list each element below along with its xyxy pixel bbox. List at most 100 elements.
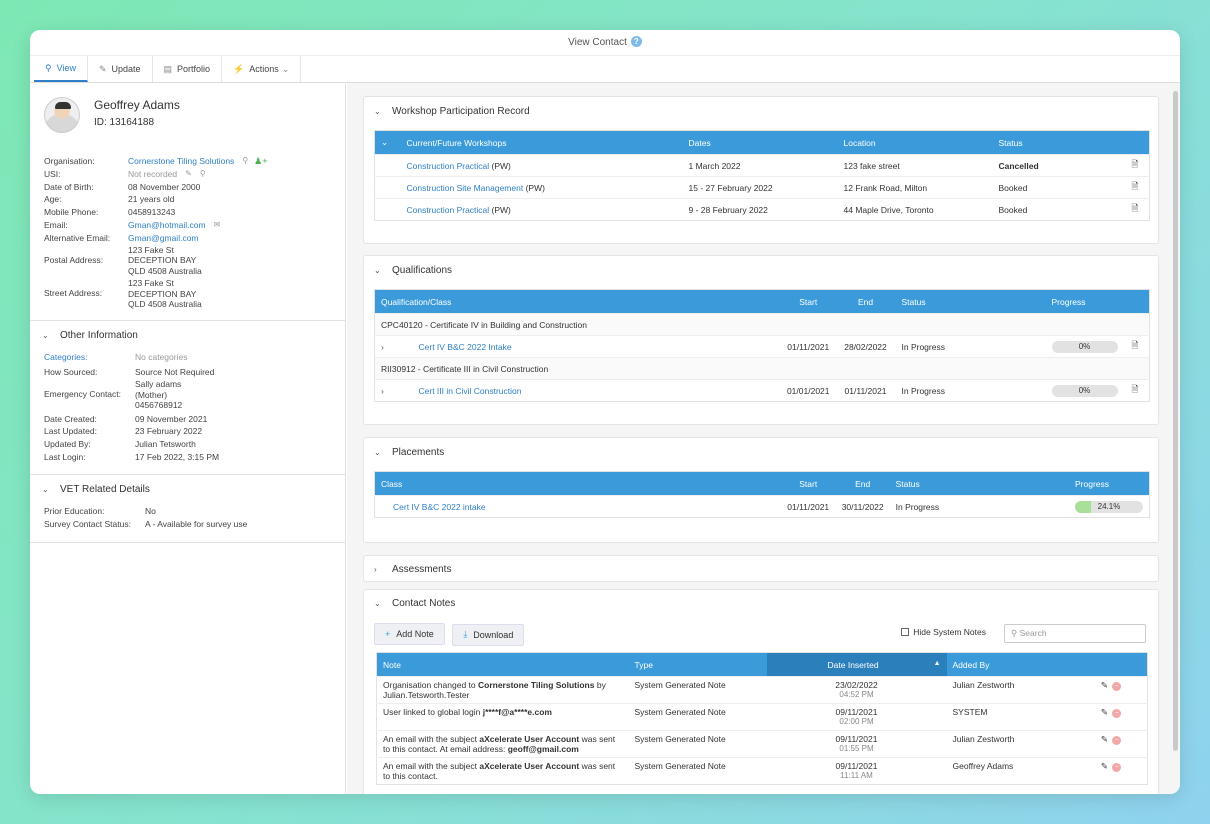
other-information-toggle[interactable]: ⌄ Other Information [30, 321, 345, 351]
document-icon[interactable]: 🗎 [1125, 335, 1150, 358]
note-highlight: geoff@gmail.com [507, 744, 579, 754]
email-link[interactable]: Gman@hotmail.com [128, 219, 206, 232]
end-date: 30/11/2022 [835, 495, 890, 518]
column-header-sorted[interactable]: Date Inserted ▲ [766, 652, 947, 677]
document-icon[interactable]: 🗎 [1125, 379, 1150, 402]
tab-view[interactable]: ⚲ View [34, 56, 88, 82]
placements-table: Class Start End Status Progress Cert IV … [374, 471, 1150, 518]
expand-all-icon[interactable]: ⌄ [374, 130, 401, 155]
remove-icon[interactable]: − [1112, 763, 1121, 772]
last-updated-label: Last Updated: [44, 426, 97, 437]
contact-notes-toggle[interactable]: ⌄ Contact Notes [364, 590, 1158, 616]
status-badge: Booked [992, 176, 1126, 199]
address-line: 123 Fake St [128, 278, 174, 289]
chevron-right-icon[interactable]: › [374, 379, 405, 402]
column-header: Dates [682, 130, 838, 155]
note-date: 09/11/2021 [835, 707, 878, 717]
class-link[interactable]: Cert III in Civil Construction [419, 386, 522, 396]
how-sourced-label: How Sourced: [44, 367, 98, 378]
plus-icon: + [385, 629, 391, 639]
workshop-toggle[interactable]: ⌄ Workshop Participation Record [364, 97, 1158, 125]
placements-toggle[interactable]: ⌄ Placements [364, 438, 1158, 466]
remove-icon[interactable]: − [1112, 682, 1121, 691]
message-icon[interactable]: ✉ [214, 219, 221, 232]
pencil-icon[interactable]: ✎ [1101, 761, 1108, 771]
contact-details-panel: Geoffrey Adams ID: 13164188 Organisation… [30, 83, 346, 794]
hide-system-notes-checkbox[interactable]: Hide System Notes [901, 627, 986, 637]
section-title: Qualifications [392, 264, 453, 276]
street-address: 123 Fake St DECEPTION BAY QLD 4508 Austral… [128, 278, 202, 310]
column-header: Status [895, 289, 1046, 314]
status-text: In Progress [889, 495, 1069, 518]
last-login-value: 17 Feb 2022, 3:15 PM [135, 452, 220, 463]
note-author: Julian Zestworth [946, 730, 1087, 758]
alt-email-link[interactable]: Gman@gmail.com [128, 232, 199, 245]
organisation-link[interactable]: Cornerstone Tiling Solutions [128, 155, 234, 168]
column-header[interactable]: Type [628, 652, 767, 677]
chevron-right-icon[interactable]: › [374, 335, 405, 358]
qualifications-toggle[interactable]: ⌄ Qualifications [364, 256, 1158, 284]
checkbox[interactable] [901, 628, 910, 636]
add-user-icon[interactable]: ♟+ [254, 155, 267, 168]
help-icon[interactable]: ? [630, 35, 642, 47]
add-note-button[interactable]: + Add Note [374, 623, 445, 645]
emergency-contact: Sally adams (Mother) 0456768912 [135, 379, 182, 411]
class-link[interactable]: Cert IV B&C 2022 intake [393, 502, 486, 512]
note-type: System Generated Note [628, 676, 767, 704]
remove-icon[interactable]: − [1112, 736, 1121, 745]
workshop-link[interactable]: Construction Practical [407, 161, 490, 171]
notes-search-input[interactable]: ⚲ Search [1004, 624, 1146, 643]
tab-portfolio[interactable]: ▤ Portfolio [153, 56, 223, 82]
search-icon[interactable]: ⚲ [200, 168, 206, 181]
search-placeholder: Search [1019, 628, 1047, 638]
pencil-icon[interactable]: ✎ [1101, 680, 1108, 690]
tab-actions[interactable]: ⚡ Actions ⌄ [222, 56, 302, 82]
table-row: › Cert III in Civil Construction 01/01/202… [374, 379, 1150, 402]
workshop-link[interactable]: Construction Site Management [407, 183, 524, 193]
updated-by-label: Updated By: [44, 439, 91, 450]
profile-header: Geoffrey Adams ID: 13164188 [30, 83, 345, 141]
categories-link[interactable]: Categories: [44, 351, 135, 364]
checkbox-label: Hide System Notes [913, 627, 986, 637]
search-icon[interactable]: ⚲ [242, 155, 248, 168]
mobile-value: 0458913243 [128, 207, 176, 218]
address-line: QLD 4508 Australia [128, 299, 202, 310]
document-icon[interactable]: 🗎 [1125, 154, 1150, 177]
section-title: VET Related Details [60, 484, 150, 496]
remove-icon[interactable]: − [1112, 709, 1121, 718]
column-header: Status [889, 471, 1069, 496]
updated-by-value: Julian Tetsworth [135, 439, 196, 450]
tab-update[interactable]: ✎ Update [88, 56, 153, 82]
title-bar: View Contact? [30, 30, 1180, 56]
pencil-icon[interactable]: ✎ [1101, 734, 1108, 744]
pencil-icon[interactable]: ✎ [185, 168, 192, 181]
chevron-down-icon: ⌄ [281, 63, 290, 74]
table-row: Construction Site Management (PW) 15 - 27… [374, 176, 1150, 199]
pencil-icon[interactable]: ✎ [1101, 707, 1108, 717]
tab-label: Portfolio [177, 64, 211, 74]
section-title: Placements [392, 446, 445, 458]
column-header-label: Date Inserted [827, 659, 879, 670]
note-type: System Generated Note [628, 757, 767, 785]
column-header [1125, 130, 1150, 155]
categories-value: No categories [135, 351, 188, 362]
note-text: Organisation changed to [383, 680, 478, 690]
address-line: 123 Fake St [128, 244, 174, 255]
tab-label: View [56, 63, 76, 73]
status-text: In Progress [895, 335, 1046, 358]
column-header[interactable]: Note [376, 652, 629, 677]
class-link[interactable]: Cert IV B&C 2022 Intake [419, 342, 512, 352]
note-date: 09/11/2021 [835, 734, 878, 744]
assessments-card: › Assessments [363, 555, 1159, 582]
vet-details-toggle[interactable]: ⌄ VET Related Details [30, 475, 345, 505]
section-divider [30, 542, 345, 544]
column-header[interactable]: Added By [946, 652, 1087, 677]
note-time: 01:55 PM [839, 744, 874, 753]
document-icon[interactable]: 🗎 [1125, 198, 1150, 221]
table-row: User linked to global login j****f@a****… [376, 703, 1148, 731]
download-button[interactable]: ⤓ Download [452, 623, 525, 646]
assessments-toggle[interactable]: › Assessments [364, 556, 1158, 582]
scrollbar[interactable] [1173, 91, 1178, 751]
workshop-link[interactable]: Construction Practical [407, 205, 490, 215]
document-icon[interactable]: 🗎 [1125, 176, 1150, 199]
